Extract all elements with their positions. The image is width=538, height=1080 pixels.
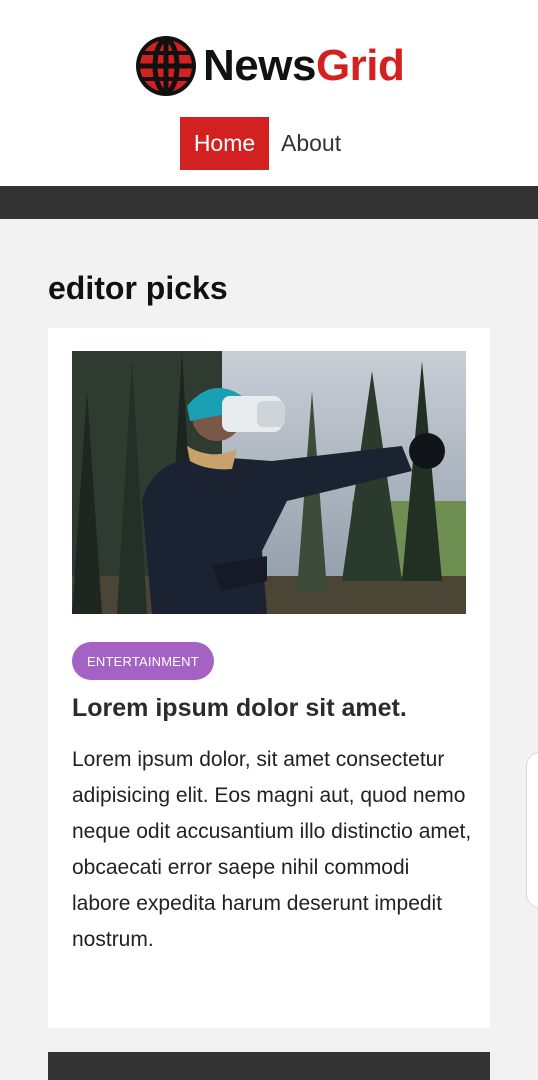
main-nav: Home About — [180, 117, 353, 170]
next-card-bar — [48, 1052, 490, 1080]
article-image[interactable] — [72, 351, 466, 614]
article-title[interactable]: Lorem ipsum dolor sit amet. — [72, 694, 472, 723]
side-drawer-tab[interactable] — [526, 752, 538, 908]
globe-icon — [136, 36, 196, 96]
nav-item-home[interactable]: Home — [180, 117, 269, 170]
site-header: NewsGrid Home About — [0, 0, 538, 186]
section-title: editor picks — [48, 270, 228, 306]
category-badge[interactable]: ENTERTAINMENT — [72, 642, 214, 680]
nav-item-about[interactable]: About — [269, 117, 353, 170]
header-divider-bar — [0, 186, 538, 219]
brand-name-part2: Grid — [315, 41, 405, 90]
brand-name-part1: News — [203, 41, 316, 90]
article-card[interactable]: ENTERTAINMENT Lorem ipsum dolor sit amet… — [48, 328, 490, 1028]
site-logo[interactable]: NewsGrid — [134, 32, 405, 100]
article-excerpt: Lorem ipsum dolor, sit amet consectetur … — [72, 748, 472, 951]
brand-name: NewsGrid — [203, 41, 405, 90]
